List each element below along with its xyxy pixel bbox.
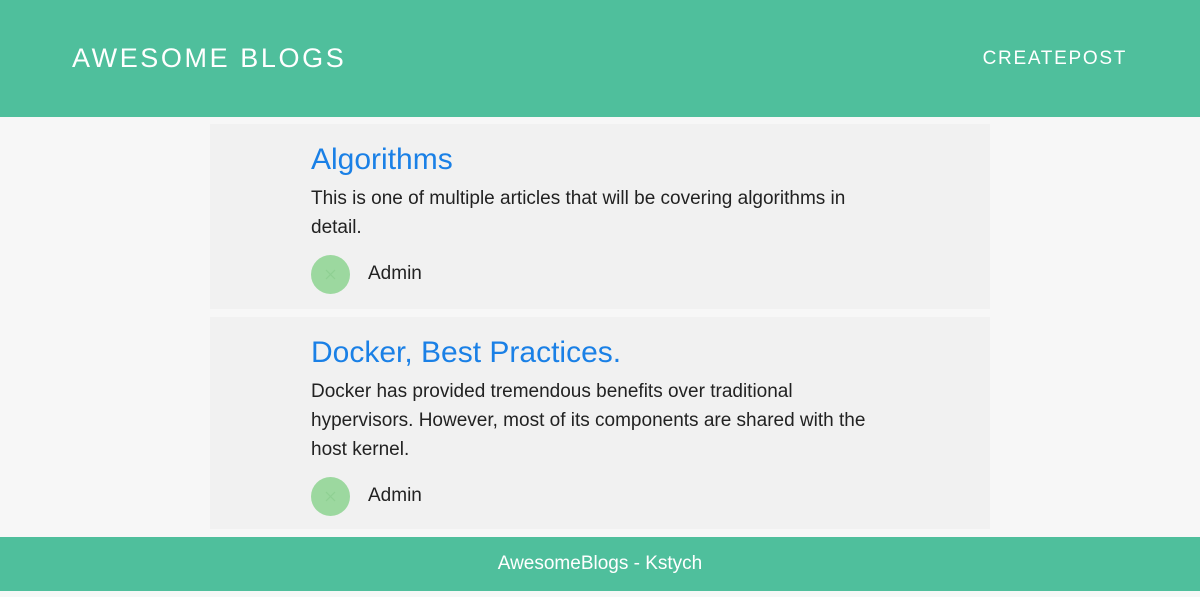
author-name[interactable]: Admin (368, 485, 422, 507)
footer-text: AwesomeBlogs - Kstych (497, 553, 703, 574)
post-author: Admin (311, 255, 891, 295)
broken-image-icon (325, 269, 336, 280)
post-title[interactable]: Algorithms (311, 141, 891, 179)
post-card: Algorithms This is one of multiple artic… (210, 124, 990, 309)
site-brand[interactable]: AWESOME BLOGS (72, 41, 346, 75)
create-post-link[interactable]: CREATEPOST (983, 47, 1127, 71)
author-avatar-icon[interactable] (311, 477, 350, 516)
post-excerpt: This is one of multiple articles that wi… (311, 188, 846, 238)
post-excerpt: Docker has provided tremendous benefits … (311, 381, 866, 460)
post-content: Algorithms This is one of multiple artic… (311, 141, 891, 295)
post-author: Admin (311, 477, 891, 517)
site-header: AWESOME BLOGS CREATEPOST (0, 0, 1200, 117)
broken-image-icon (325, 491, 336, 502)
post-content: Docker, Best Practices. Docker has provi… (311, 334, 891, 517)
post-title[interactable]: Docker, Best Practices. (311, 334, 891, 372)
post-card: Docker, Best Practices. Docker has provi… (210, 317, 990, 529)
author-name[interactable]: Admin (368, 263, 422, 285)
site-footer: AwesomeBlogs - Kstych (0, 537, 1200, 591)
author-avatar-icon[interactable] (311, 255, 350, 294)
